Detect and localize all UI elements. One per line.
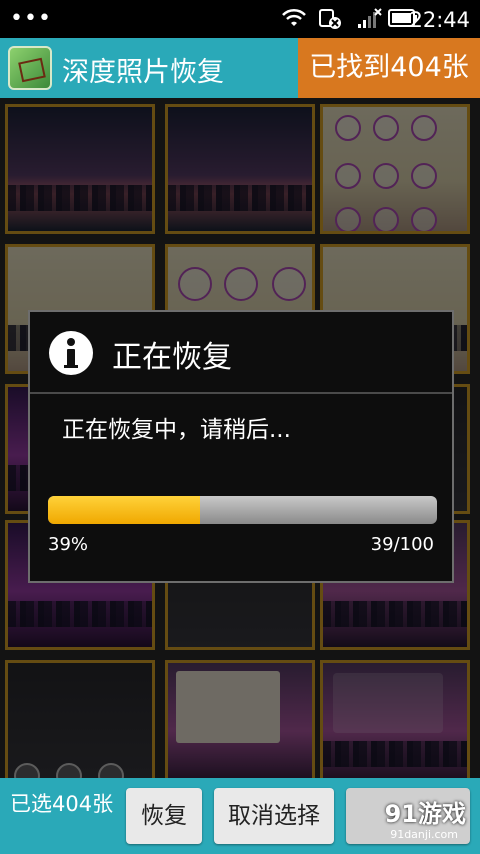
info-icon	[49, 331, 93, 375]
bottom-action-bar: 已选404张 恢复 取消选择 91游戏 91danji.com	[0, 778, 480, 854]
progress-bar-fill	[48, 496, 200, 524]
recover-button[interactable]: 恢复	[126, 788, 202, 844]
progress-bar	[48, 496, 437, 524]
sim-card-icon	[319, 9, 341, 29]
app-logo-icon	[8, 46, 52, 90]
progress-percent: 39%	[48, 534, 89, 555]
found-count-badge: 已找到404张	[298, 38, 480, 98]
dialog-header: 正在恢复	[30, 312, 452, 394]
selected-count: 已选404张	[10, 792, 114, 816]
app-title: 深度照片恢复	[62, 57, 224, 88]
watermark-logo: 91游戏	[384, 800, 466, 828]
status-bar: ••• 22:44	[0, 0, 480, 38]
screen: ••• 22:44 深度照片恢复 已找到404张 正在恢复 正在恢复中，请稍后.…	[0, 0, 480, 854]
clock: 22:44	[409, 8, 470, 32]
progress-count: 39/100	[370, 534, 434, 555]
dialog-message: 正在恢复中，请稍后...	[62, 417, 291, 443]
signal-icon	[358, 8, 382, 28]
dialog-title: 正在恢复	[112, 340, 232, 375]
overflow-dots-icon: •••	[10, 6, 52, 31]
watermark-url: 91danji.com	[390, 828, 458, 841]
cancel-selection-button[interactable]: 取消选择	[214, 788, 334, 844]
wifi-icon	[282, 8, 306, 26]
recovery-progress-dialog: 正在恢复 正在恢复中，请稍后... 39% 39/100	[28, 310, 454, 583]
